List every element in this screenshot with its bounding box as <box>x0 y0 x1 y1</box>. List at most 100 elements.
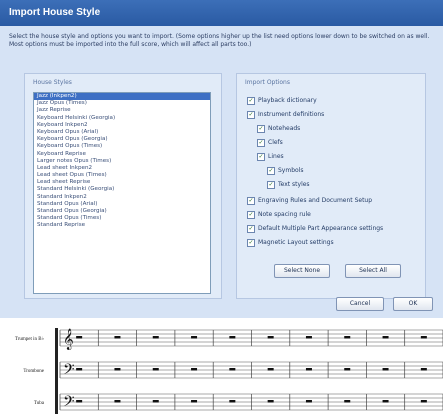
whole-rest <box>382 336 389 339</box>
whole-rest <box>344 336 351 339</box>
import-option-label: Text styles <box>278 181 310 188</box>
import-option-label: Noteheads <box>268 125 301 132</box>
whole-rest <box>344 400 351 403</box>
import-option-label: Engraving Rules and Document Setup <box>258 197 373 204</box>
whole-rest <box>191 336 198 339</box>
import-option-checkbox[interactable]: ✓ Clefs <box>257 138 283 147</box>
house-style-item[interactable]: Keyboard Inkpen2 <box>34 122 210 129</box>
whole-rest <box>344 368 351 371</box>
checkbox-icon[interactable]: ✓ <box>267 166 275 175</box>
checkbox-icon[interactable]: ✓ <box>247 96 255 105</box>
score-view[interactable]: 𝄞 Trumpet in B♭ 𝄢 Trombone 𝄢 Tuba <box>0 318 443 416</box>
system-bracket <box>55 328 58 414</box>
house-styles-label: House Styles <box>33 79 72 86</box>
import-option-checkbox[interactable]: ✓ Noteheads <box>257 124 300 133</box>
import-option-label: Instrument definitions <box>258 111 325 118</box>
house-style-item[interactable]: Keyboard Opus (Times) <box>34 143 210 150</box>
whole-rest <box>267 400 274 403</box>
checkbox-icon[interactable]: ✓ <box>247 110 255 119</box>
import-option-label: Magnetic Layout settings <box>258 239 334 246</box>
checkbox-icon[interactable]: ✓ <box>257 138 265 147</box>
ok-button[interactable]: OK <box>393 297 433 311</box>
whole-rest <box>152 400 159 403</box>
checkbox-icon[interactable]: ✓ <box>247 224 255 233</box>
import-option-checkbox[interactable]: ✓ Instrument definitions <box>247 110 324 119</box>
house-style-item[interactable]: Larger notes Opus (Times) <box>34 158 210 165</box>
staff-name-label: Trumpet in B♭ <box>15 336 44 342</box>
import-option-checkbox[interactable]: ✓ Magnetic Layout settings <box>247 238 334 247</box>
house-style-item[interactable]: Lead sheet Opus (Times) <box>34 172 210 179</box>
house-style-item[interactable]: Keyboard Opus (Arial) <box>34 129 210 136</box>
checkbox-icon[interactable]: ✓ <box>247 238 255 247</box>
import-option-checkbox[interactable]: ✓ Note spacing rule <box>247 210 311 219</box>
cancel-button[interactable]: Cancel <box>336 297 384 311</box>
whole-rest <box>152 368 159 371</box>
house-style-item[interactable]: Lead sheet Reprise <box>34 179 210 186</box>
import-option-label: Symbols <box>278 167 304 174</box>
whole-rest <box>305 336 312 339</box>
staff-name-label: Trombone <box>23 369 44 374</box>
house-style-item[interactable]: Standard Opus (Times) <box>34 215 210 222</box>
house-style-item[interactable]: Jazz (Inkpen2) <box>34 93 210 101</box>
import-options-group: Import Options ✓ Playback dictionary ✓ Inst… <box>236 73 426 299</box>
whole-rest <box>229 336 236 339</box>
import-option-label: Note spacing rule <box>258 211 311 218</box>
whole-rest <box>420 368 427 371</box>
import-option-checkbox[interactable]: ✓ Text styles <box>267 180 310 189</box>
house-style-item[interactable]: Standard Inkpen2 <box>34 194 210 201</box>
score-staves: 𝄞 Trumpet in B♭ 𝄢 Trombone 𝄢 Tuba <box>15 328 443 414</box>
house-styles-group: House Styles Jazz (Inkpen2) Jazz Opus (Ti… <box>24 73 222 299</box>
checkbox-icon[interactable]: ✓ <box>257 152 265 161</box>
whole-rest <box>267 336 274 339</box>
import-option-label: Clefs <box>268 139 283 146</box>
whole-rest <box>305 368 312 371</box>
house-style-item[interactable]: Standard Opus (Georgia) <box>34 208 210 215</box>
whole-rest <box>152 336 159 339</box>
checkbox-icon[interactable]: ✓ <box>257 124 265 133</box>
import-option-checkbox[interactable]: ✓ Symbols <box>267 166 303 175</box>
whole-rest <box>76 400 83 403</box>
house-style-item[interactable]: Jazz Reprise <box>34 107 210 114</box>
import-option-checkbox[interactable]: ✓ Engraving Rules and Document Setup <box>247 196 372 205</box>
whole-rest <box>114 336 121 339</box>
house-style-item[interactable]: Standard Reprise <box>34 222 210 229</box>
bass-clef-icon: 𝄢 <box>63 361 75 382</box>
import-option-checkbox[interactable]: ✓ Default Multiple Part Appearance settin… <box>247 224 383 233</box>
whole-rest <box>191 368 198 371</box>
whole-rest <box>420 336 427 339</box>
whole-rest <box>229 368 236 371</box>
treble-clef-icon: 𝄞 <box>63 329 74 350</box>
select-all-button[interactable]: Select All <box>345 264 401 278</box>
whole-rest <box>420 400 427 403</box>
house-style-item[interactable]: Jazz Opus (Times) <box>34 100 210 107</box>
house-style-item[interactable]: Keyboard Opus (Georgia) <box>34 136 210 143</box>
checkbox-icon[interactable]: ✓ <box>247 210 255 219</box>
import-option-label: Default Multiple Part Appearance setting… <box>258 225 384 232</box>
import-option-checkbox[interactable]: ✓ Playback dictionary <box>247 96 317 105</box>
instructions-text: Select the house style and options you w… <box>9 33 430 48</box>
import-option-label: Playback dictionary <box>258 97 317 104</box>
bass-clef-icon: 𝄢 <box>63 393 75 414</box>
whole-rest <box>114 400 121 403</box>
house-styles-list[interactable]: Jazz (Inkpen2) Jazz Opus (Times) Jazz Repr… <box>33 92 211 294</box>
title-bar[interactable]: Import House Style <box>0 0 443 26</box>
dialog-title: Import House Style <box>9 7 101 18</box>
select-none-button[interactable]: Select None <box>274 264 330 278</box>
whole-rest <box>191 400 198 403</box>
whole-rest <box>267 368 274 371</box>
checkbox-icon[interactable]: ✓ <box>247 196 255 205</box>
staff-name-label: Tuba <box>34 401 45 406</box>
whole-rest <box>382 400 389 403</box>
import-options-label: Import Options <box>245 79 290 86</box>
whole-rest <box>305 400 312 403</box>
whole-rest <box>382 368 389 371</box>
whole-rest <box>76 368 83 371</box>
house-style-item[interactable]: Keyboard Helsinki (Georgia) <box>34 115 210 122</box>
import-option-checkbox[interactable]: ✓ Lines <box>257 152 284 161</box>
house-style-item[interactable]: Keyboard Reprise <box>34 151 210 158</box>
house-style-item[interactable]: Standard Opus (Arial) <box>34 201 210 208</box>
house-style-item[interactable]: Standard Helsinki (Georgia) <box>34 186 210 193</box>
house-style-item[interactable]: Lead sheet Inkpen2 <box>34 165 210 172</box>
whole-rest <box>229 400 236 403</box>
checkbox-icon[interactable]: ✓ <box>267 180 275 189</box>
